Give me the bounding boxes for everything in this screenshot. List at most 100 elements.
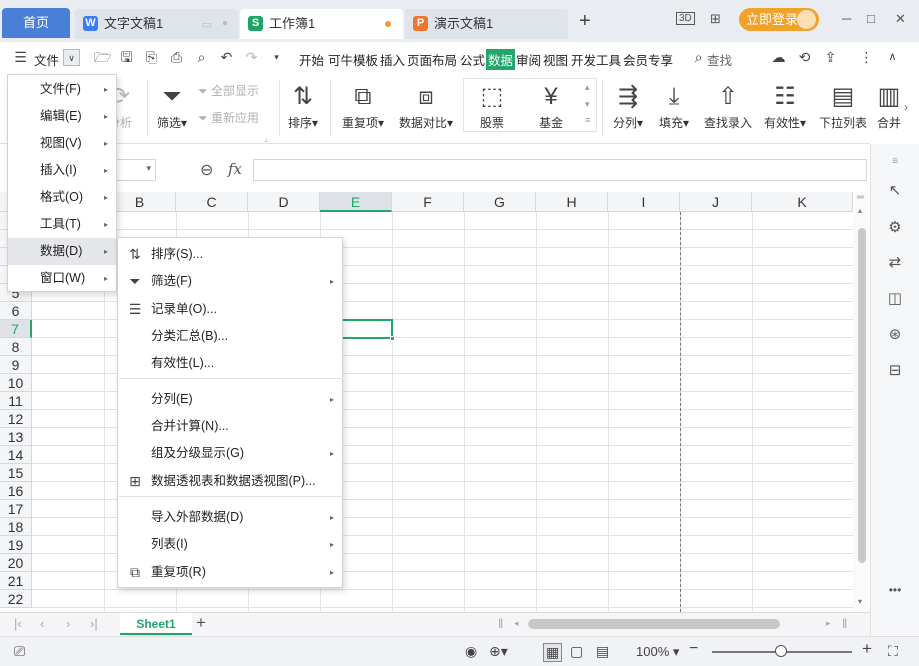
chevron-down-icon[interactable]: ∨ [63, 49, 80, 66]
gallery-up-icon[interactable]: ▴ [585, 82, 590, 93]
scroll-down-icon[interactable]: ▾ [858, 597, 862, 606]
tab-data[interactable]: 数据 [486, 49, 516, 70]
data-menu-record-form[interactable]: ☰ 记录单(O)... [118, 296, 342, 323]
row-header-13[interactable]: 13 [0, 428, 32, 446]
column-header-e[interactable]: E [320, 192, 392, 212]
row-header-15[interactable]: 15 [0, 464, 32, 482]
menu-item-file[interactable]: 文件(F) ▸ [8, 76, 116, 103]
menu-item-insert[interactable]: 插入(I) ▸ [8, 157, 116, 184]
column-header-k[interactable]: K [752, 192, 853, 212]
data-menu-validity[interactable]: 有效性(L)... [118, 350, 342, 377]
zoom-level[interactable]: 100% ▾ [636, 644, 679, 660]
validity-button[interactable]: ☷ 有效性▾ [760, 82, 810, 131]
zoom-out-button[interactable]: − [689, 640, 698, 658]
gallery-more-icon[interactable]: ≡ [585, 115, 590, 125]
tab-developer[interactable]: 开发工具 [571, 50, 621, 69]
search-box[interactable]: 查找 [707, 50, 732, 69]
data-menu-pivot-table[interactable]: ⊞ 数据透视表和数据透视图(P)... [118, 468, 342, 495]
row-header-21[interactable]: 21 [0, 572, 32, 590]
split-button[interactable]: ⇶ 分列▾ [608, 82, 648, 131]
collapse-ribbon-icon[interactable]: ∧ [884, 49, 901, 66]
menu-item-format[interactable]: 格式(O) ▸ [8, 184, 116, 211]
tab-insert[interactable]: 插入 [380, 50, 405, 69]
data-menu-filter[interactable]: ⏷ 筛选(F) ▸ [118, 268, 342, 295]
more-quick-icon[interactable]: ▾ [268, 49, 285, 66]
ribbon-scroll-right-icon[interactable]: › [904, 100, 908, 114]
row-header-18[interactable]: 18 [0, 518, 32, 536]
stock-button[interactable]: ⬚ 股票 [470, 82, 514, 131]
maximize-button[interactable]: □ [867, 11, 875, 26]
redo-icon[interactable]: ↷ [243, 49, 260, 66]
add-sheet-button[interactable]: + [196, 613, 206, 633]
open-icon[interactable]: 🗁 [94, 49, 111, 66]
freeze-icon[interactable]: ⊕▾ [489, 643, 508, 660]
print-icon[interactable]: ⎙ [168, 49, 185, 66]
column-header-h[interactable]: H [536, 192, 608, 212]
row-header-6[interactable]: 6 [0, 302, 32, 320]
eye-protect-icon[interactable]: ◉ [465, 643, 477, 660]
show-all-button[interactable]: ⏷ 全部显示 [198, 82, 273, 99]
tab-formula[interactable]: 公式 [460, 50, 485, 69]
filter-button[interactable]: ⏷ 筛选▾ [152, 82, 192, 131]
sync-icon[interactable]: ⟲ [796, 49, 813, 66]
style-icon[interactable]: ◫ [885, 289, 905, 309]
row-header-8[interactable]: 8 [0, 338, 32, 356]
more-icon[interactable]: ⋮ [858, 49, 875, 66]
next-sheet-icon[interactable]: › [66, 616, 70, 631]
tab-view[interactable]: 视图 [543, 50, 568, 69]
backup-icon[interactable]: ⊛ [885, 325, 905, 345]
login-button[interactable]: 立即登录 [739, 8, 819, 31]
tab-writer-doc[interactable]: W 文字文稿1 ▭ ● [75, 9, 238, 39]
zoom-slider-knob[interactable] [775, 645, 787, 657]
apps-grid-icon[interactable]: ⊞ [710, 11, 721, 27]
export-icon[interactable]: ⎘ [143, 49, 160, 66]
menu-item-window[interactable]: 窗口(W) ▸ [8, 265, 116, 292]
page-layout-view-icon[interactable]: ▢ [570, 643, 583, 660]
menu-item-tools[interactable]: 工具(T) ▸ [8, 211, 116, 238]
data-menu-text-to-columns[interactable]: 分列(E) ▸ [118, 386, 342, 413]
reading-icon[interactable]: ⊟ [885, 361, 905, 381]
transfer-icon[interactable]: ⇄ [885, 253, 905, 273]
new-tab-button[interactable]: + [579, 10, 591, 33]
split-handle-icon[interactable]: ═ [857, 192, 864, 203]
gallery-down-icon[interactable]: ▾ [585, 99, 590, 110]
row-header-20[interactable]: 20 [0, 554, 32, 572]
tab-start[interactable]: 开始 [299, 50, 324, 69]
zoom-in-button[interactable]: + [862, 639, 872, 659]
sheet-tab-sheet1[interactable]: Sheet1 [120, 613, 192, 635]
last-sheet-icon[interactable]: ›| [90, 616, 98, 631]
row-header-17[interactable]: 17 [0, 500, 32, 518]
row-header-10[interactable]: 10 [0, 374, 32, 392]
prev-sheet-icon[interactable]: ‹ [40, 616, 44, 631]
data-menu-sort[interactable]: ⇅ 排序(S)... [118, 241, 342, 268]
tab-templates[interactable]: 可牛模板 [328, 50, 378, 69]
tab-presentation[interactable]: P 演示文稿1 [405, 9, 568, 39]
minimize-button[interactable]: ─ [842, 11, 851, 26]
column-header-f[interactable]: F [392, 192, 464, 212]
save-icon[interactable]: 🖫 [118, 49, 135, 66]
normal-view-icon[interactable]: ▦ [543, 643, 563, 662]
file-menu[interactable]: 文件 [34, 50, 59, 69]
select-cursor-icon[interactable]: ↖ [885, 181, 905, 201]
split-bar-icon[interactable]: ‖ [498, 616, 503, 631]
row-header-12[interactable]: 12 [0, 410, 32, 428]
column-header-j[interactable]: J [680, 192, 752, 212]
data-menu-subtotal[interactable]: 分类汇总(B)... [118, 323, 342, 350]
tab-review[interactable]: 审阅 [516, 50, 541, 69]
vertical-scrollbar[interactable]: ═ ▴ ▾ [853, 192, 870, 612]
reader-mode-icon[interactable]: 3D [676, 12, 695, 25]
formula-input[interactable] [253, 159, 867, 181]
row-header-9[interactable]: 9 [0, 356, 32, 374]
fx-icon[interactable]: fx [228, 160, 242, 178]
row-header-11[interactable]: 11 [0, 392, 32, 410]
zoom-formula-icon[interactable]: ⊖ [200, 160, 213, 180]
page-break-view-icon[interactable]: ▤ [596, 643, 609, 660]
fill-button[interactable]: ⤓ 填充▾ [654, 82, 694, 131]
print-preview-icon[interactable]: ⌕ [193, 49, 210, 66]
tab-member[interactable]: 会员专享 [623, 50, 673, 69]
scroll-up-icon[interactable]: ▴ [858, 206, 862, 215]
row-header-7[interactable]: 7 [0, 320, 32, 338]
horizontal-scroll-thumb[interactable] [528, 619, 780, 629]
row-header-14[interactable]: 14 [0, 446, 32, 464]
hamburger-icon[interactable]: ☰ [12, 49, 29, 66]
